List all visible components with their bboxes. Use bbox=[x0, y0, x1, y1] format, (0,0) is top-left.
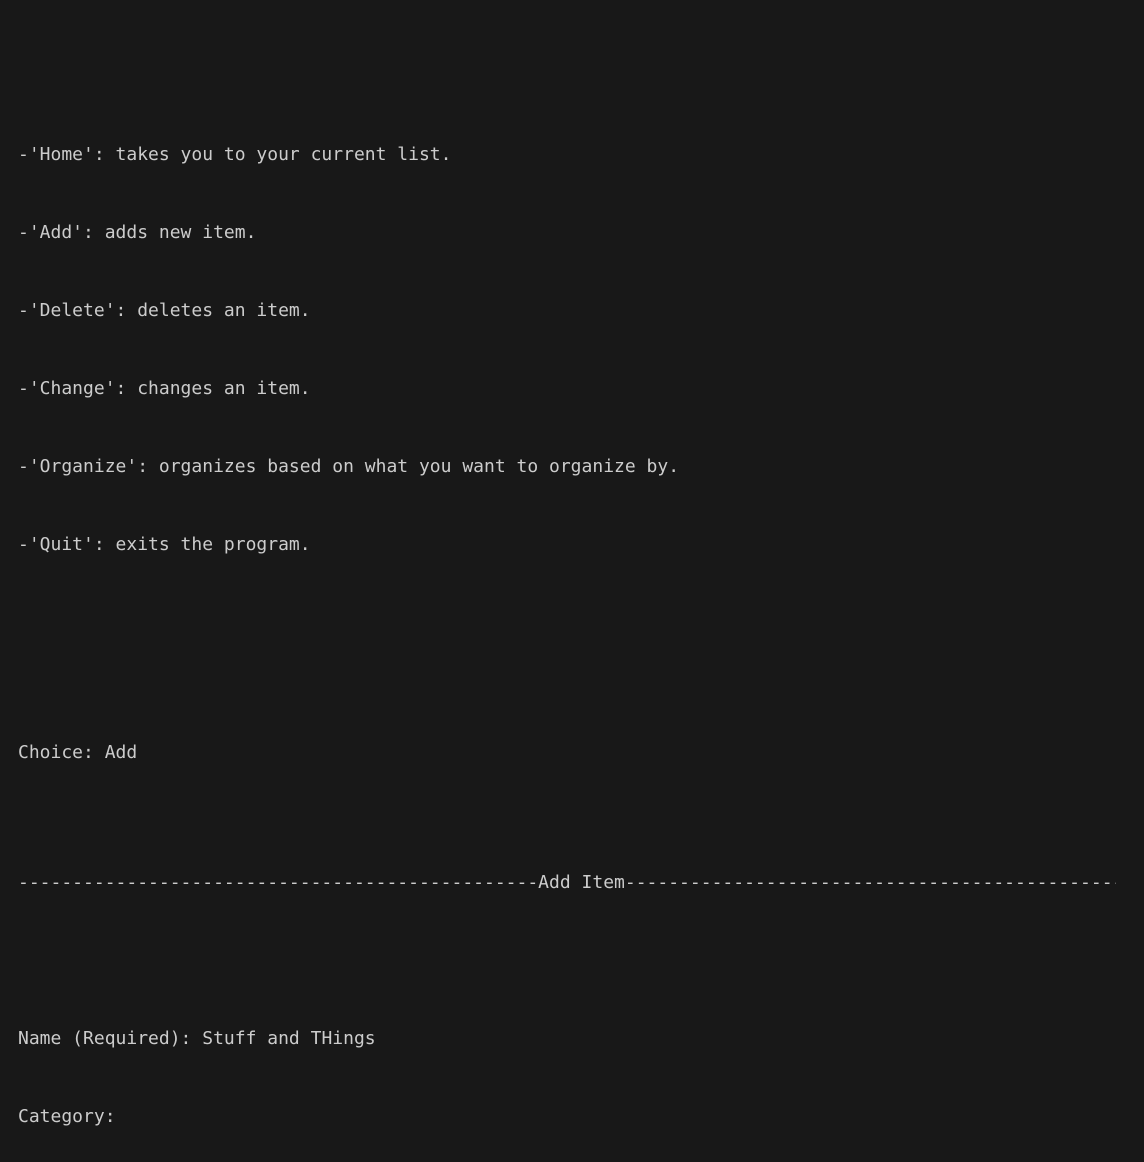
choice-entered-value: Add bbox=[105, 742, 138, 763]
field-name-value: Stuff and THings bbox=[202, 1028, 375, 1049]
field-name: Name (Required): Stuff and THings bbox=[18, 1026, 1144, 1052]
menu-item-home: -'Home': takes you to your current list. bbox=[18, 142, 1144, 168]
terminal-window[interactable]: -'Home': takes you to your current list.… bbox=[0, 0, 1144, 1162]
section-separator-add-item: ----------------------------------------… bbox=[18, 870, 1116, 896]
choice-prompt-line: Choice: Add bbox=[18, 740, 1144, 766]
field-category-label: Category: bbox=[18, 1106, 126, 1127]
choice-prompt-label: Choice: bbox=[18, 742, 105, 763]
blank-line bbox=[18, 610, 1144, 636]
menu-item-add: -'Add': adds new item. bbox=[18, 220, 1144, 246]
menu-item-change: -'Change': changes an item. bbox=[18, 376, 1144, 402]
menu-item-quit: -'Quit': exits the program. bbox=[18, 532, 1144, 558]
menu-item-organize: -'Organize': organizes based on what you… bbox=[18, 454, 1144, 480]
menu-item-delete: -'Delete': deletes an item. bbox=[18, 298, 1144, 324]
blank-line bbox=[18, 948, 1144, 974]
field-category: Category: bbox=[18, 1104, 1144, 1130]
field-name-label: Name (Required): bbox=[18, 1028, 202, 1049]
